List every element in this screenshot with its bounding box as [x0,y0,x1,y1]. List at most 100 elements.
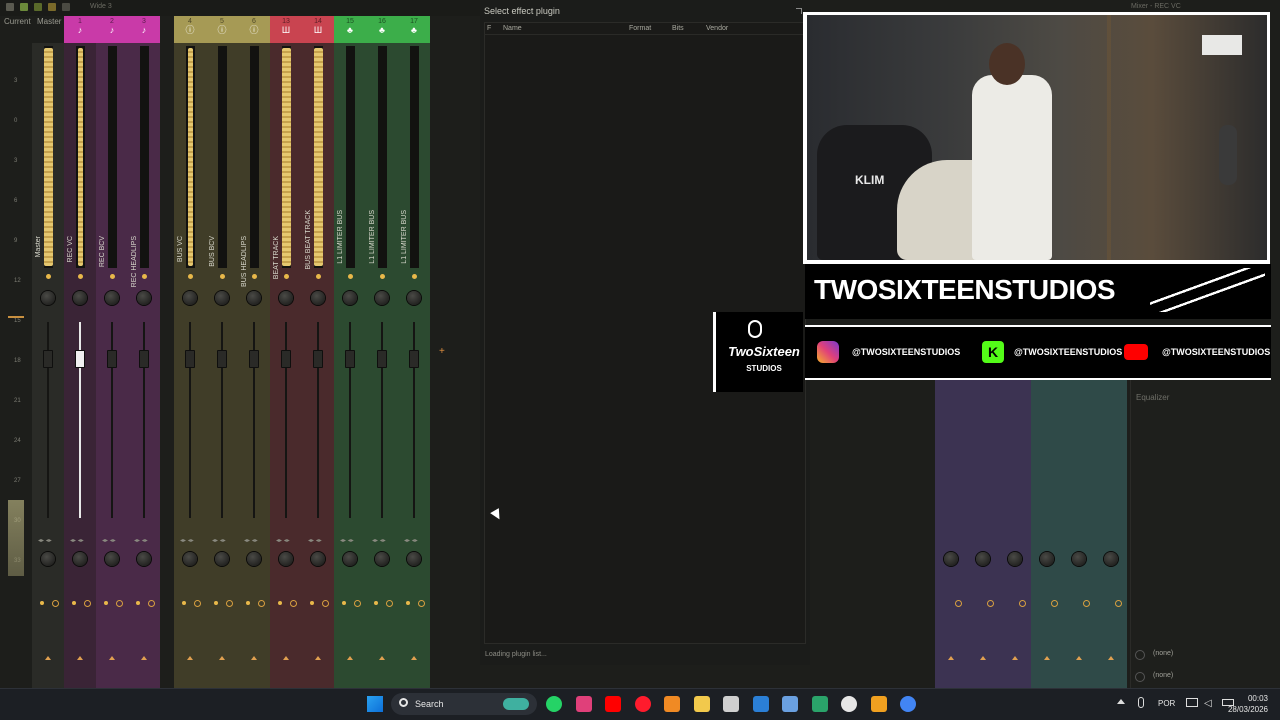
track-header[interactable]: 5 ⓘ [206,16,238,43]
record-arm-icon[interactable] [322,600,329,607]
spotify-icon[interactable] [723,696,739,712]
stereo-knob[interactable] [183,552,197,566]
expand-icon[interactable] [1108,656,1114,660]
expand-icon[interactable] [219,656,225,660]
pan-knob[interactable] [311,291,325,305]
volume-fader[interactable] [107,350,117,368]
stereo-knob[interactable] [41,552,55,566]
column-name[interactable]: Name [503,25,522,32]
track-header[interactable]: 6 ⓘ [238,16,270,43]
expand-icon[interactable] [411,656,417,660]
expand-icon[interactable] [45,656,51,660]
pan-knob[interactable] [343,291,357,305]
column-f[interactable]: F [487,25,491,32]
add-icon[interactable]: + [439,346,445,357]
slot-power-icon[interactable] [1135,650,1145,660]
pan-knob[interactable] [105,291,119,305]
swap-icon[interactable]: ◂▸ ◂▸ [404,537,418,544]
track-header[interactable]: 16 ♣ [366,16,398,43]
route-indicator[interactable] [412,274,417,279]
expand-icon[interactable] [251,656,257,660]
expand-icon[interactable] [283,656,289,660]
expand-icon[interactable] [1044,656,1050,660]
record-arm-icon[interactable] [955,600,962,607]
notepad-icon[interactable] [782,696,798,712]
mute-dot[interactable] [104,601,108,605]
instagram-icon[interactable] [575,696,592,712]
record-arm-icon[interactable] [386,600,393,607]
pan-knob[interactable] [137,291,151,305]
fl-studio-icon[interactable] [870,696,887,712]
language-indicator[interactable]: POR [1158,699,1175,708]
mute-dot[interactable] [278,601,282,605]
expand-icon[interactable] [379,656,385,660]
record-arm-icon[interactable] [290,600,297,607]
tab-current[interactable]: Current [4,17,31,26]
mixer-track[interactable] [1063,380,1095,688]
route-indicator[interactable] [78,274,83,279]
volume-fader[interactable] [281,350,291,368]
track-name[interactable]: BUS VC [177,236,184,262]
expand-icon[interactable] [1076,656,1082,660]
route-indicator[interactable] [316,274,321,279]
mute-dot[interactable] [40,601,44,605]
expand-icon[interactable] [980,656,986,660]
track-name[interactable]: BUS HEADLIPS [241,236,248,287]
stereo-knob[interactable] [976,552,990,566]
pan-knob[interactable] [215,291,229,305]
obs-icon[interactable] [841,696,857,712]
track-name[interactable]: L1 LIMITER BUS [401,210,408,264]
volume-fader[interactable] [313,350,323,368]
swap-icon[interactable]: ◂▸ ◂▸ [340,537,354,544]
route-indicator[interactable] [348,274,353,279]
route-indicator[interactable] [188,274,193,279]
microphone-icon[interactable] [1138,697,1144,708]
mute-dot[interactable] [136,601,140,605]
close-icon[interactable] [796,8,802,14]
record-arm-icon[interactable] [1051,600,1058,607]
track-header[interactable]: 13 Ш [270,16,302,43]
track-name[interactable]: REC HEADLIPS [131,236,138,287]
volume-fader[interactable] [249,350,259,368]
volume-fader[interactable] [75,350,85,368]
mute-dot[interactable] [310,601,314,605]
mute-dot[interactable] [214,601,218,605]
expand-icon[interactable] [141,656,147,660]
expand-icon[interactable] [77,656,83,660]
fl-studio-icon[interactable] [664,696,680,712]
mixer-track[interactable] [999,380,1031,688]
column-format[interactable]: Format [629,25,651,32]
swap-icon[interactable]: ◂▸ ◂▸ [180,537,194,544]
route-indicator[interactable] [110,274,115,279]
save-icon[interactable] [20,3,28,11]
swap-icon[interactable]: ◂▸ ◂▸ [102,537,116,544]
vscode-icon[interactable] [752,696,769,712]
volume-fader[interactable] [345,350,355,368]
windows-start-icon[interactable] [367,696,383,712]
mute-dot[interactable] [182,601,186,605]
volume-fader[interactable] [43,350,53,368]
clock[interactable]: 00:03 28/03/2026 [1228,693,1268,715]
expand-icon[interactable] [347,656,353,660]
record-arm-icon[interactable] [418,600,425,607]
stereo-knob[interactable] [1072,552,1086,566]
expand-icon[interactable] [1012,656,1018,660]
volume-fader[interactable] [139,350,149,368]
mixer-track[interactable] [935,380,967,688]
route-indicator[interactable] [252,274,257,279]
arrow-icon[interactable] [6,3,14,11]
stereo-knob[interactable] [279,552,293,566]
record-arm-icon[interactable] [226,600,233,607]
mute-dot[interactable] [72,601,76,605]
record-arm-icon[interactable] [116,600,123,607]
file-explorer-icon[interactable] [693,696,710,712]
stereo-knob[interactable] [1008,552,1022,566]
swap-icon[interactable]: ◂▸ ◂▸ [70,537,84,544]
volume-fader[interactable] [217,350,227,368]
stereo-knob[interactable] [407,552,421,566]
pan-knob[interactable] [279,291,293,305]
mute-dot[interactable] [406,601,410,605]
route-indicator[interactable] [46,274,51,279]
mail-icon[interactable] [811,696,828,712]
track-name[interactable]: BEAT TRACK [273,236,280,279]
